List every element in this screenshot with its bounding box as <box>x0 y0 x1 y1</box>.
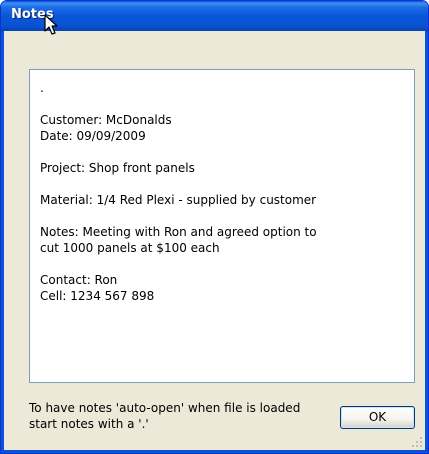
window-border-left <box>1 31 4 453</box>
resize-grip-icon[interactable] <box>411 436 423 448</box>
title-bar[interactable]: Notes <box>1 1 428 31</box>
mouse-pointer-icon <box>44 14 58 35</box>
window-border-bottom <box>1 450 428 453</box>
ok-button[interactable]: OK <box>340 406 415 429</box>
auto-open-hint: To have notes 'auto-open' when file is l… <box>29 401 301 431</box>
notes-textarea[interactable]: . Customer: McDonalds Date: 09/09/2009 P… <box>29 69 415 383</box>
window-border-right <box>425 31 428 453</box>
notes-dialog: Notes . Customer: McDonalds Date: 09/09/… <box>0 0 429 454</box>
